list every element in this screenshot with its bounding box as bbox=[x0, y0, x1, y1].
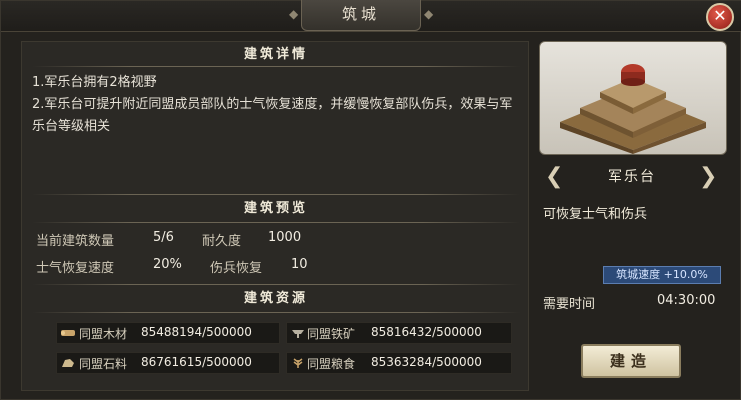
preview-title: 建筑预览 bbox=[243, 201, 308, 216]
close-button[interactable]: ✕ bbox=[706, 3, 734, 31]
dialog-frame: ◆ 筑城 ◆ ✕ 建筑详情 1.军乐台拥有2格视野 2.军乐台可提升附近同盟成员… bbox=[0, 0, 741, 400]
stat-label-morale-recovery: 士气恢复速度 bbox=[36, 261, 115, 276]
stone-icon bbox=[62, 359, 74, 367]
stat-label-building-count: 当前建筑数量 bbox=[36, 234, 115, 249]
stat-value-wounded-recovery: 10 bbox=[291, 257, 308, 272]
resource-label-wood: 同盟木材 bbox=[79, 327, 128, 341]
details-divider bbox=[32, 66, 520, 67]
required-time-value: 04:30:00 bbox=[657, 293, 716, 308]
resource-row-wood: 同盟木材 85488194/500000 bbox=[56, 322, 280, 344]
grain-icon bbox=[293, 358, 303, 368]
building-panel: ❮ 军乐台 ❯ 可恢复士气和伤兵 筑城速度 +10.0% 需要时间 04:30:… bbox=[539, 41, 727, 391]
military-band-stage-image bbox=[560, 64, 706, 154]
resource-label-stone: 同盟石料 bbox=[79, 357, 128, 371]
resources-divider bbox=[32, 312, 520, 313]
construction-speed-badge: 筑城速度 +10.0% bbox=[603, 266, 721, 284]
resource-row-grain: 同盟粮食 85363284/500000 bbox=[286, 352, 512, 374]
resource-value-stone: 86761615/500000 bbox=[141, 355, 252, 369]
building-description: 可恢复士气和伤兵 bbox=[543, 207, 648, 222]
resources-title: 建筑资源 bbox=[243, 291, 308, 306]
building-name: 军乐台 bbox=[608, 169, 656, 185]
title-ornament-right: ◆ bbox=[424, 7, 434, 21]
resource-row-iron: 同盟铁矿 85816432/500000 bbox=[286, 322, 512, 344]
resource-label-iron: 同盟铁矿 bbox=[307, 327, 356, 341]
building-image bbox=[539, 41, 727, 155]
stat-label-durability: 耐久度 bbox=[202, 234, 242, 249]
title-ornament-left: ◆ bbox=[289, 7, 299, 21]
stat-value-building-count: 5/6 bbox=[153, 230, 174, 245]
building-info-panel: 建筑详情 1.军乐台拥有2格视野 2.军乐台可提升附近同盟成员部队的士气恢复速度… bbox=[21, 41, 529, 391]
resource-value-iron: 85816432/500000 bbox=[371, 325, 482, 339]
window-title: 筑城 bbox=[301, 0, 421, 31]
resource-value-wood: 85488194/500000 bbox=[141, 325, 252, 339]
resource-value-grain: 85363284/500000 bbox=[371, 355, 482, 369]
details-line-2: 2.军乐台可提升附近同盟成员部队的士气恢复速度，并缓慢恢复部队伤兵，效果与军乐台… bbox=[32, 97, 513, 134]
build-button[interactable]: 建造 bbox=[581, 344, 681, 378]
title-bar: ◆ 筑城 ◆ ✕ bbox=[1, 0, 741, 32]
resources-divider-top bbox=[32, 284, 520, 285]
resource-label-grain: 同盟粮食 bbox=[307, 357, 356, 371]
preview-divider bbox=[32, 222, 520, 223]
preview-divider-top bbox=[32, 194, 520, 195]
stat-label-wounded-recovery: 伤兵恢复 bbox=[210, 261, 263, 276]
prev-building-arrow-icon[interactable]: ❮ bbox=[545, 163, 563, 191]
iron-icon bbox=[292, 330, 304, 338]
stat-value-durability: 1000 bbox=[268, 230, 302, 245]
next-building-arrow-icon[interactable]: ❯ bbox=[699, 163, 717, 191]
stat-value-morale-recovery: 20% bbox=[153, 257, 182, 272]
details-line-1: 1.军乐台拥有2格视野 bbox=[32, 75, 157, 90]
details-title: 建筑详情 bbox=[243, 47, 308, 62]
resource-row-stone: 同盟石料 86761615/500000 bbox=[56, 352, 280, 374]
required-time-label: 需要时间 bbox=[543, 297, 596, 312]
wood-icon bbox=[61, 330, 75, 336]
